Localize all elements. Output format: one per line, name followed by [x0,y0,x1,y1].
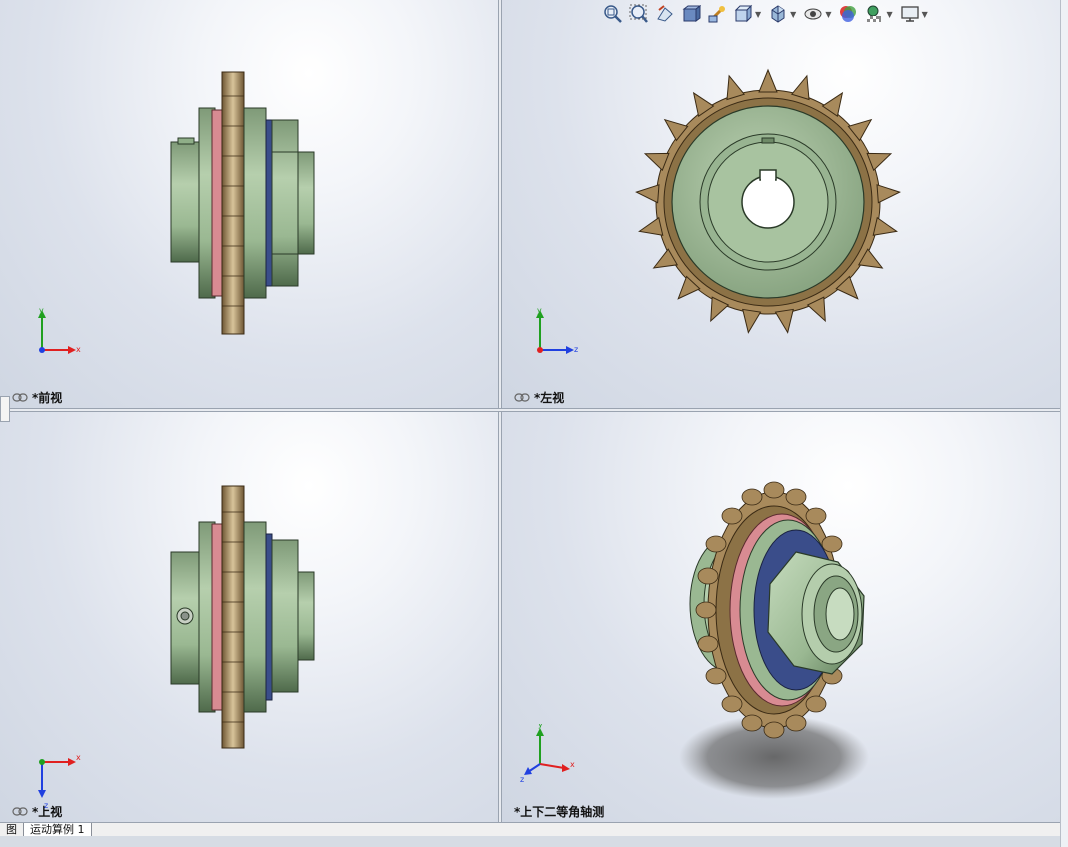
axis-triad: y x z [520,724,575,784]
viewport-label-left[interactable]: *左视 [514,389,564,406]
tab-motion-study-1[interactable]: 运动算例 1 [24,823,92,837]
axis-label-y: y [39,306,44,315]
viewport-front[interactable]: y x *前视 [0,0,498,408]
bottom-tab-bar: 图 运动算例 1 [0,822,1060,837]
hide-show-items-icon[interactable] [802,3,824,25]
heads-up-view-toolbar: ▼ ▼ ▼ ▼ ▼ [602,3,930,25]
viewport-name: *左视 [534,391,565,405]
axis-label-x: x [76,345,81,354]
chevron-down-icon[interactable]: ▼ [922,10,928,19]
axis-triad: y z [536,306,578,354]
viewport-left[interactable]: y z *左视 [502,0,1060,408]
apply-scene-icon[interactable] [863,3,885,25]
axis-label-x: x [76,753,81,762]
view-settings-icon[interactable] [899,3,921,25]
chevron-down-icon[interactable]: ▼ [886,10,892,19]
viewport-splitter-horizontal[interactable] [0,408,1060,412]
display-style-icon[interactable] [767,3,789,25]
axis-triad: y x [38,306,81,354]
viewport-label-front[interactable]: *前视 [12,389,62,406]
viewport-name: *上视 [32,805,63,819]
section-view-icon[interactable] [680,3,702,25]
view-orientation-icon[interactable] [732,3,754,25]
viewport-name: *上下二等角轴测 [514,805,605,819]
viewport-isometric[interactable]: y x z *上下二等角轴测 [502,412,1060,822]
viewport-label-top[interactable]: *上视 [12,803,62,820]
panel-collapse-handle[interactable] [0,396,10,422]
edit-appearance-icon[interactable] [837,3,859,25]
axis-label-y: y [537,306,542,315]
chevron-down-icon[interactable]: ▼ [790,10,796,19]
previous-view-icon[interactable] [654,3,676,25]
chevron-down-icon[interactable]: ▼ [825,10,831,19]
viewport-top[interactable]: x z *上视 [0,412,498,822]
link-views-icon[interactable] [514,393,530,402]
viewport-name: *前视 [32,391,63,405]
axis-label-y: y [538,724,543,729]
chevron-down-icon[interactable]: ▼ [755,10,761,19]
status-strip [0,836,1060,847]
zoom-to-area-icon[interactable] [628,3,650,25]
link-views-icon[interactable] [12,393,28,402]
model-isometric-view[interactable] [502,412,1060,822]
link-views-icon[interactable] [12,807,28,816]
dynamic-annotation-icon[interactable] [706,3,728,25]
viewport-label-isometric[interactable]: *上下二等角轴测 [514,803,604,820]
zoom-to-fit-icon[interactable] [602,3,624,25]
axis-label-z: z [520,775,524,784]
axis-label-z: z [574,345,578,354]
axis-label-x: x [570,760,575,769]
right-edge-scrollbar[interactable] [1060,0,1068,847]
tab-model[interactable]: 图 [0,823,24,837]
